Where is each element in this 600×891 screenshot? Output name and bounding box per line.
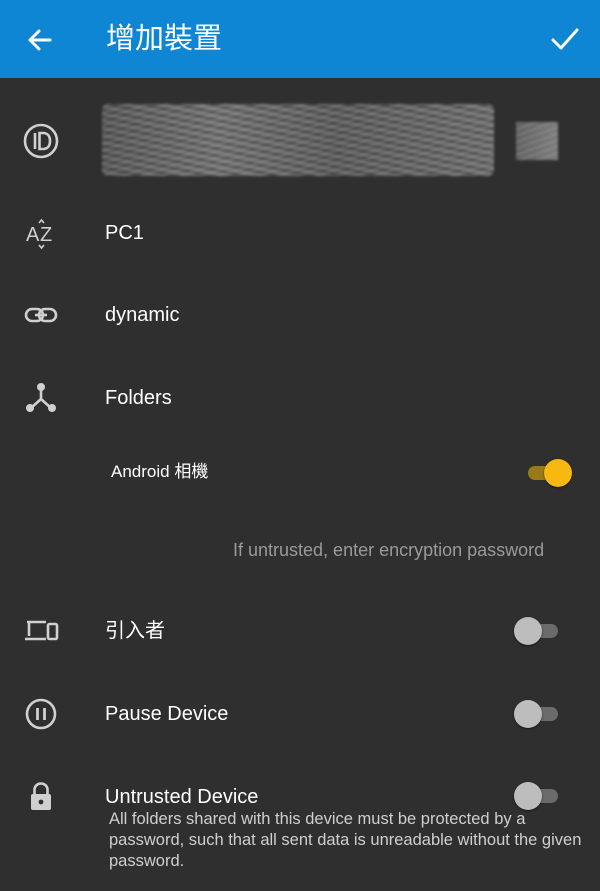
page-title: 增加裝置 (106, 23, 223, 55)
id-icon (22, 122, 60, 160)
devices-icon (22, 612, 60, 650)
pause-device-toggle[interactable] (514, 700, 562, 728)
toggle-thumb (544, 459, 572, 487)
lock-icon (22, 778, 60, 816)
pause-circle-icon (22, 695, 60, 733)
save-button[interactable] (547, 21, 583, 57)
folder-item-label: Android 相機 (111, 462, 209, 481)
untrusted-device-toggle[interactable] (514, 782, 562, 810)
toggle-thumb (514, 700, 542, 728)
app-bar: 增加裝置 (0, 0, 600, 78)
device-name-field[interactable]: PC1 (105, 220, 144, 246)
toggle-thumb (514, 782, 542, 810)
address-field[interactable]: dynamic (105, 302, 179, 328)
svg-text:Z: Z (40, 224, 52, 246)
arrow-left-icon (28, 29, 52, 51)
back-button[interactable] (22, 22, 58, 58)
device-id-field[interactable] (102, 104, 494, 176)
svg-text:A: A (26, 224, 40, 246)
sort-az-icon: A Z (22, 215, 60, 253)
device-id-qr-button[interactable] (516, 122, 558, 160)
untrusted-device-label: Untrusted Device (105, 786, 259, 808)
folder-item-toggle[interactable] (524, 459, 572, 487)
encryption-password-input[interactable]: If untrusted, enter encryption password (233, 537, 576, 563)
untrusted-device-description: All folders shared with this device must… (109, 810, 582, 870)
toggle-thumb (514, 617, 542, 645)
introducer-label: 引入者 (105, 620, 165, 642)
pause-device-label: Pause Device (105, 703, 229, 725)
check-icon (551, 28, 579, 50)
introducer-toggle[interactable] (514, 617, 562, 645)
folders-label: Folders (105, 387, 172, 409)
link-icon (22, 296, 60, 334)
share-nodes-icon (22, 378, 60, 416)
